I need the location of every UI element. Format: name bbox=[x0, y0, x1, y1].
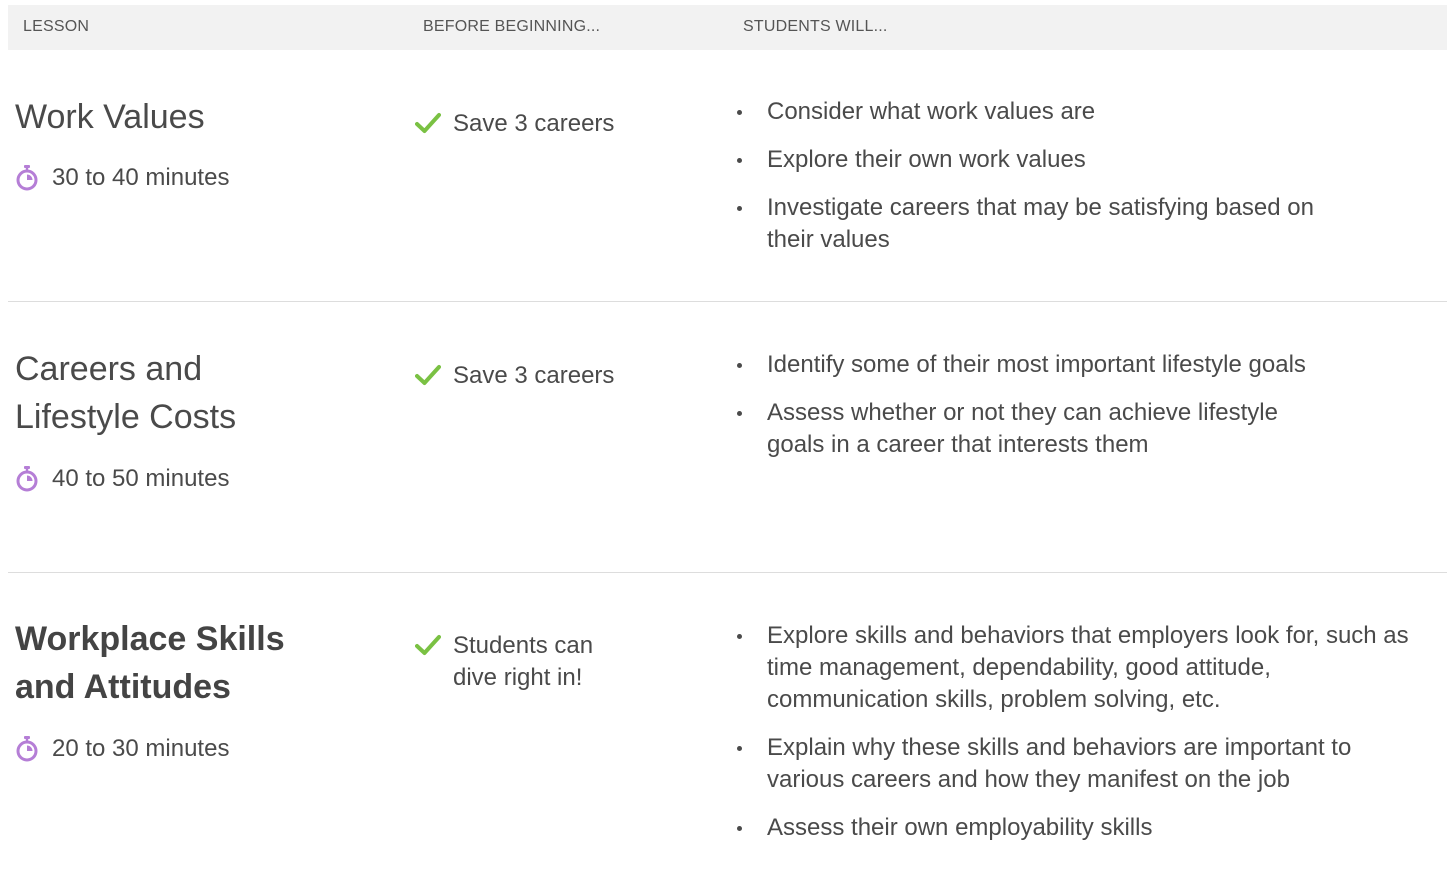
lesson-duration: 30 to 40 minutes bbox=[15, 163, 229, 193]
prerequisite: Save 3 careers bbox=[415, 360, 643, 392]
lesson-title[interactable]: Workplace Skills and Attitudes bbox=[15, 615, 335, 711]
prerequisite-text: Students can dive right in! bbox=[453, 632, 594, 691]
header-students-will: STUDENTS WILL... bbox=[743, 18, 888, 35]
outcome-item: Investigate careers that may be satisfyi… bbox=[735, 192, 1327, 256]
stopwatch-icon bbox=[16, 466, 38, 492]
outcome-item: Assess whether or not they can achieve l… bbox=[735, 397, 1327, 461]
lesson-duration: 20 to 30 minutes bbox=[15, 734, 229, 764]
outcomes-list: Explore skills and behaviors that employ… bbox=[735, 620, 1425, 860]
lesson-duration: 40 to 50 minutes bbox=[15, 464, 229, 494]
row-divider bbox=[8, 301, 1447, 302]
prerequisite: Save 3 careers bbox=[415, 108, 643, 140]
prerequisite-text: Save 3 careers bbox=[453, 110, 615, 137]
check-icon bbox=[415, 113, 441, 133]
stopwatch-icon bbox=[16, 736, 38, 762]
outcomes-list: Identify some of their most important li… bbox=[735, 349, 1425, 477]
outcome-item: Explain why these skills and behaviors a… bbox=[735, 732, 1417, 796]
prerequisite: Students can dive right in! bbox=[415, 630, 613, 694]
check-icon bbox=[415, 635, 441, 655]
duration-text: 40 to 50 minutes bbox=[52, 465, 230, 492]
prerequisite-text: Save 3 careers bbox=[453, 362, 615, 389]
row-divider bbox=[8, 572, 1447, 573]
outcome-item: Explore their own work values bbox=[735, 144, 1287, 176]
outcome-item: Identify some of their most important li… bbox=[735, 349, 1407, 381]
lesson-title[interactable]: Careers and Lifestyle Costs bbox=[15, 345, 335, 441]
outcomes-list: Consider what work values are Explore th… bbox=[735, 96, 1425, 272]
check-icon bbox=[415, 365, 441, 385]
outcome-item: Assess their own employability skills bbox=[735, 812, 1417, 844]
duration-text: 20 to 30 minutes bbox=[52, 735, 230, 762]
header-before-beginning: BEFORE BEGINNING... bbox=[423, 18, 601, 35]
stopwatch-icon bbox=[16, 165, 38, 191]
outcome-item: Consider what work values are bbox=[735, 96, 1287, 128]
table-header: LESSON BEFORE BEGINNING... STUDENTS WILL… bbox=[8, 5, 1447, 50]
duration-text: 30 to 40 minutes bbox=[52, 164, 230, 191]
header-lesson: LESSON bbox=[23, 18, 90, 35]
lesson-title[interactable]: Work Values bbox=[15, 93, 335, 141]
outcome-item: Explore skills and behaviors that employ… bbox=[735, 620, 1427, 716]
